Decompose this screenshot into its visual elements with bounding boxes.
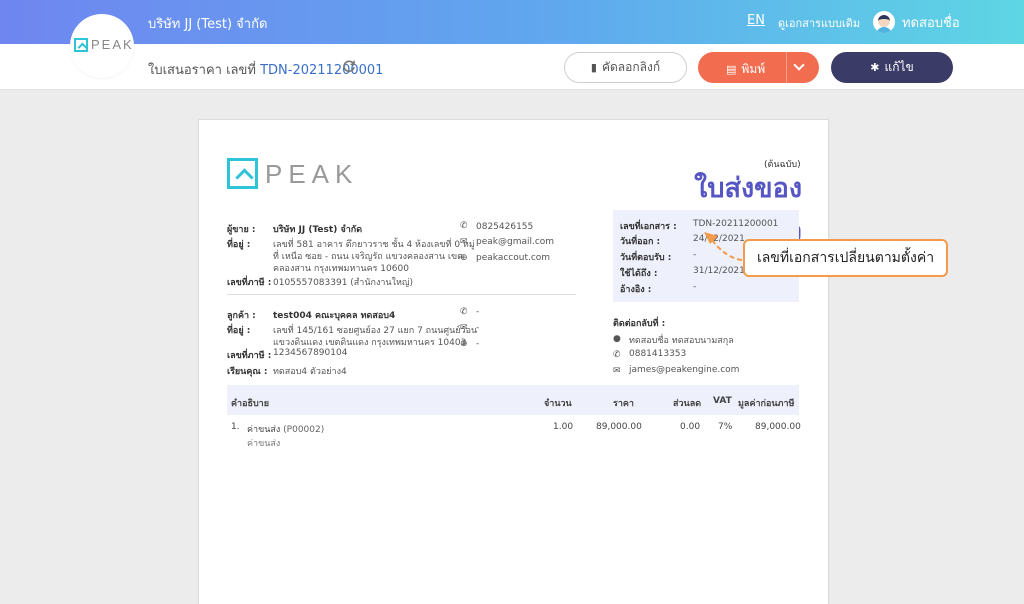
email-icon: ✉ <box>460 323 468 333</box>
seller-label: ผู้ขาย : <box>227 225 256 235</box>
document-type-label: ใบเสนอราคา เลขที่ <box>148 63 256 78</box>
row-discount: 0.00 <box>680 422 701 432</box>
print-label: พิมพ์ <box>741 62 766 76</box>
document-number[interactable]: TDN-20211200001 <box>260 63 383 78</box>
document-preview: PEAK (ต้นฉบับ) ใบส่งของชั่วคราว ผู้ขาย :… <box>198 119 829 604</box>
copy-link-button[interactable]: ▮ คัดลอกลิงก์ <box>564 52 687 83</box>
globe-icon: ⊕ <box>460 339 468 349</box>
row-item-name: ค่าขนส่ง <box>247 425 281 435</box>
seller-address-line3: คลองสาน กรุงเทพมหานคร 10600 <box>273 264 409 274</box>
seller-web: peakaccout.com <box>476 253 551 263</box>
printer-icon: ▤ <box>726 63 737 76</box>
callout-box: เลขที่เอกสารเปลี่ยนตามตั้งค่า <box>743 239 948 277</box>
delivery-date-label: วันที่ตอบรับ : <box>620 253 672 263</box>
customer-phone: - <box>476 307 480 317</box>
copy-icon: ▮ <box>590 61 597 74</box>
row-vat: 7% <box>718 422 733 432</box>
docno-label: เลขที่เอกสาร : <box>620 222 677 232</box>
email-icon: ✉ <box>613 366 621 376</box>
seller-phone: 0825426155 <box>476 222 534 232</box>
phone-icon: ✆ <box>613 350 621 360</box>
row-item-sub: ค่าขนส่ง <box>247 439 281 449</box>
document-toolbar: ใบเสนอราคา เลขที่ TDN-20211200001 ▮ คัดล… <box>0 44 1024 90</box>
peak-logo-icon <box>74 38 88 52</box>
phone-icon: ✆ <box>460 307 468 317</box>
row-price: 89,000.00 <box>596 422 642 432</box>
customer-address-label: ที่อยู่ : <box>227 326 251 336</box>
customer-value: test004 คณะบุคคล ทดสอบ4 <box>273 311 396 321</box>
old-version-link[interactable]: ดูเอกสารแบบเดิม <box>778 14 860 32</box>
callout-arrow <box>704 232 743 261</box>
contact-name: ทดสอบชื่อ ทดสอบนามสกุล <box>629 336 734 346</box>
customer-address-line2: แขวงดินแดง เขตดินแดง กรุงเทพมหานคร 10403 <box>273 338 467 348</box>
col-amount: มูลค่าก่อนภาษี <box>738 399 795 409</box>
edit-label: แก้ไข <box>884 60 914 74</box>
print-divider <box>786 52 787 83</box>
language-switch[interactable]: EN <box>747 13 765 28</box>
customer-attn-label: เรียนคุณ : <box>227 367 268 377</box>
row-amount: 89,000.00 <box>755 422 801 432</box>
copy-link-label: คัดลอกลิงก์ <box>601 60 661 74</box>
row-index: 1. <box>231 422 240 432</box>
issue-date-label: วันที่ออก : <box>620 237 661 247</box>
contact-email: james@peakengine.com <box>629 365 740 375</box>
peak-logo-icon <box>227 158 258 189</box>
contact-phone: 0881413353 <box>629 349 687 359</box>
row-item-code: (P00002) <box>283 425 325 435</box>
customer-attn-value: ทดสอบ4 ตัวอย่าง4 <box>273 367 347 377</box>
customer-email: - <box>476 323 480 333</box>
peak-logo[interactable]: PEAK <box>70 14 134 78</box>
contact-label: ติดต่อกลับที่ : <box>613 319 666 329</box>
username[interactable]: ทดสอบชื่อ <box>902 12 960 33</box>
chevron-down-icon[interactable] <box>793 59 805 71</box>
avatar[interactable] <box>873 11 895 33</box>
col-description: คำอธิบาย <box>231 399 270 409</box>
valid-until-label: ใช้ได้ถึง : <box>620 269 658 279</box>
col-quantity: จำนวน <box>544 399 572 409</box>
print-button-content: ▤ พิมพ์ <box>726 60 765 79</box>
customer-label: ลูกค้า : <box>227 311 256 321</box>
globe-icon: ⊕ <box>460 253 468 263</box>
row-item: ค่าขนส่ง (P00002) <box>247 422 324 436</box>
gear-icon: ✱ <box>870 61 880 74</box>
company-name[interactable]: บริษัท JJ (Test) จำกัด <box>148 13 267 34</box>
customer-tax-value: 1234567890104 <box>273 348 348 358</box>
reference-value: - <box>693 282 697 292</box>
col-vat: VAT <box>713 396 732 406</box>
divider <box>227 294 576 295</box>
seller-address-label: ที่อยู่ : <box>227 240 251 250</box>
seller-tax-label: เลขที่ภาษี : <box>227 278 272 288</box>
peak-logo-text: PEAK <box>91 37 134 52</box>
document-logo-text: PEAK <box>265 159 359 189</box>
edit-button[interactable]: ✱ แก้ไข <box>831 52 953 83</box>
refresh-icon[interactable] <box>342 59 356 73</box>
items-table-header: คำอธิบาย จำนวน ราคา ส่วนลด VAT มูลค่าก่อ… <box>227 385 799 415</box>
top-bar: บริษัท JJ (Test) จำกัด EN ดูเอกสารแบบเดิ… <box>0 0 1024 44</box>
col-discount: ส่วนลด <box>673 399 702 409</box>
col-price: ราคา <box>613 399 634 409</box>
seller-email: peak@gmail.com <box>476 237 555 247</box>
user-icon: ● <box>613 334 621 344</box>
phone-icon: ✆ <box>460 221 468 231</box>
reference-label: อ้างอิง : <box>620 285 652 295</box>
valid-until-value: 31/12/2021 <box>693 266 745 276</box>
seller-value: บริษัท JJ (Test) จำกัด <box>273 225 363 235</box>
customer-web: - <box>476 339 480 349</box>
customer-tax-label: เลขที่ภาษี : <box>227 351 272 361</box>
seller-tax-value: 0105557083391 (สำนักงานใหญ่) <box>273 278 414 288</box>
row-qty: 1.00 <box>553 422 574 432</box>
print-button[interactable]: ▤ พิมพ์ <box>698 52 819 83</box>
email-icon: ✉ <box>460 237 468 247</box>
